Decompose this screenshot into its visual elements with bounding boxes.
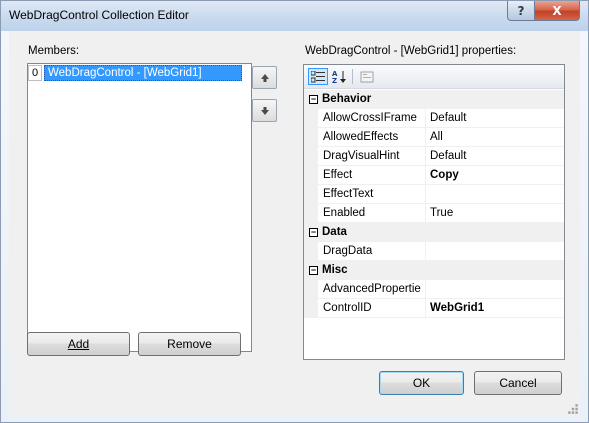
category-row-data[interactable]: − Data (304, 223, 564, 242)
dialog-client-area: Members: 0 WebDragControl - [WebGrid1] A… (9, 31, 580, 416)
dialog-window: WebDragControl Collection Editor ? X Mem… (0, 0, 589, 423)
property-value[interactable] (426, 242, 564, 261)
alphabetical-button[interactable]: A Z (330, 68, 350, 85)
add-button-label: Add (67, 337, 90, 351)
property-pages-button[interactable] (357, 68, 377, 85)
property-row[interactable]: AdvancedPropertie (304, 280, 564, 299)
property-value[interactable] (426, 185, 564, 204)
property-value[interactable]: Default (426, 109, 564, 128)
property-value[interactable]: True (426, 204, 564, 223)
help-button[interactable]: ? (507, 1, 535, 21)
collapse-icon[interactable]: − (309, 266, 318, 275)
svg-text:Z: Z (332, 77, 337, 84)
help-icon: ? (517, 3, 525, 18)
property-value[interactable]: Copy (426, 166, 564, 185)
resize-grip-icon[interactable] (567, 403, 579, 415)
toolbar-separator (352, 69, 353, 84)
property-grid[interactable]: A Z − Behavior AllowCrossIFrame Default … (303, 64, 565, 360)
window-title: WebDragControl Collection Editor (9, 8, 189, 22)
ok-button-label: OK (412, 376, 431, 390)
move-down-button[interactable] (252, 99, 277, 122)
remove-button[interactable]: Remove (138, 332, 241, 356)
property-row[interactable]: AllowedEffects All (304, 128, 564, 147)
property-name: Enabled (318, 204, 426, 223)
property-row[interactable]: Enabled True (304, 204, 564, 223)
remove-button-label: Remove (167, 337, 212, 351)
collapse-icon[interactable]: − (309, 95, 318, 104)
property-row[interactable]: Effect Copy (304, 166, 564, 185)
close-button[interactable]: X (534, 1, 580, 21)
property-rows: − Behavior AllowCrossIFrame Default Allo… (304, 90, 564, 318)
property-name: Effect (318, 166, 426, 185)
property-name: AdvancedPropertie (318, 280, 426, 299)
property-name: DragVisualHint (318, 147, 426, 166)
move-up-button[interactable] (252, 66, 277, 89)
property-row[interactable]: EffectText (304, 185, 564, 204)
property-row[interactable]: AllowCrossIFrame Default (304, 109, 564, 128)
property-value[interactable] (426, 280, 564, 299)
arrow-down-icon (260, 106, 269, 115)
property-pages-icon (360, 71, 374, 82)
property-row[interactable]: DragData (304, 242, 564, 261)
cancel-button[interactable]: Cancel (474, 371, 562, 395)
property-name: ControlID (318, 299, 426, 318)
property-value[interactable]: WebGrid1 (426, 299, 564, 318)
cancel-button-label: Cancel (499, 376, 537, 390)
members-listbox[interactable]: 0 WebDragControl - [WebGrid1] (27, 63, 252, 352)
property-name: EffectText (318, 185, 426, 204)
member-index: 0 (28, 65, 42, 81)
sort-az-icon: A Z (332, 70, 346, 84)
property-grid-toolbar: A Z (304, 65, 564, 89)
collapse-icon[interactable]: − (309, 228, 318, 237)
category-row-behavior[interactable]: − Behavior (304, 90, 564, 109)
members-label: Members: (28, 45, 80, 57)
category-row-misc[interactable]: − Misc (304, 261, 564, 280)
category-label: Data (322, 226, 347, 238)
category-label: Behavior (322, 93, 372, 105)
add-button[interactable]: Add (27, 332, 130, 356)
close-icon: X (552, 3, 562, 18)
property-row[interactable]: ControlID WebGrid1 (304, 299, 564, 318)
member-label[interactable]: WebDragControl - [WebGrid1] (44, 65, 242, 81)
categorized-icon (311, 70, 325, 82)
property-row[interactable]: DragVisualHint Default (304, 147, 564, 166)
property-name: DragData (318, 242, 426, 261)
category-label: Misc (322, 264, 348, 276)
property-value[interactable]: Default (426, 147, 564, 166)
list-item[interactable]: 0 WebDragControl - [WebGrid1] (28, 65, 251, 81)
property-name: AllowedEffects (318, 128, 426, 147)
categorized-button[interactable] (308, 68, 328, 85)
property-value[interactable]: All (426, 128, 564, 147)
title-bar[interactable]: WebDragControl Collection Editor ? X (1, 1, 588, 31)
ok-button[interactable]: OK (379, 371, 464, 395)
properties-label: WebDragControl - [WebGrid1] properties: (305, 45, 517, 57)
property-name: AllowCrossIFrame (318, 109, 426, 128)
arrow-up-icon (260, 73, 269, 82)
